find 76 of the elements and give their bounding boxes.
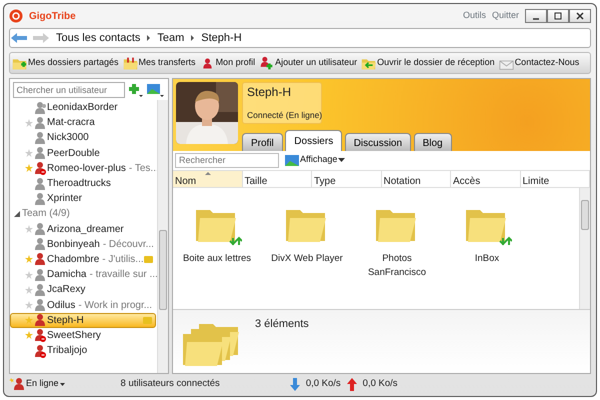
logo-icon: [9, 9, 23, 23]
toolbar-button[interactable]: Ouvrir le dossier de réception: [361, 56, 495, 70]
contact-item[interactable]: PeerDouble: [10, 146, 156, 161]
toolbar-button[interactable]: Mes transferts: [122, 56, 196, 70]
caret-icon: [60, 382, 65, 386]
view-button[interactable]: Affichage: [285, 153, 346, 167]
forward-icon[interactable]: [32, 32, 50, 44]
close-icon: [576, 12, 584, 20]
caret-icon: [14, 210, 20, 217]
image-icon[interactable]: [146, 82, 164, 96]
contact-item[interactable]: Nick3000: [10, 130, 156, 146]
scrollbar[interactable]: [579, 188, 590, 309]
back-icon[interactable]: [10, 32, 28, 44]
sort-icon: [205, 172, 211, 175]
users-count: 8 utilisateurs connectés: [120, 376, 220, 391]
menu-link[interactable]: Quitter: [492, 9, 519, 23]
download-icon: [290, 378, 300, 390]
toolbar-button[interactable]: Mon profil: [200, 56, 256, 70]
search-field[interactable]: Chercher un utilisateur: [12, 82, 124, 98]
contact-item[interactable]: JcaRexy: [10, 282, 156, 298]
search-field[interactable]: Rechercher: [175, 152, 279, 168]
profile-status: Connecté (En ligne): [247, 109, 322, 121]
tab[interactable]: Dossiers: [285, 130, 342, 151]
tab[interactable]: Blog: [414, 133, 452, 151]
user-icon: [259, 56, 274, 70]
add-icon[interactable]: [127, 82, 143, 96]
contact-item[interactable]: Bonbinyeah - Découvr...: [10, 236, 156, 252]
contact-item[interactable]: Mat-cracra: [10, 115, 156, 130]
column-header[interactable]: Taille: [242, 171, 312, 187]
contact-item[interactable]: Tribaljojo: [10, 343, 156, 358]
contact-item[interactable]: Chadombre - J'utilis...: [10, 252, 156, 268]
folder-name[interactable]: Photos SanFrancisco: [361, 252, 433, 280]
folder-name[interactable]: InBox: [474, 252, 500, 266]
upload-rate: 0,0 Ko/s: [362, 376, 398, 391]
item-count: 3 éléments: [255, 317, 309, 332]
menu-link[interactable]: Outils: [462, 9, 486, 23]
toolbar-button[interactable]: Contactez-Nous: [498, 56, 580, 70]
download-rate: 0,0 Ko/s: [306, 376, 341, 391]
upload-icon: [346, 378, 357, 390]
profile-name: Steph-H: [247, 85, 292, 100]
window-button[interactable]: [547, 9, 569, 23]
contact-item[interactable]: Odilus - Work in progr...: [10, 297, 156, 313]
user-icon: [9, 377, 25, 391]
group-header[interactable]: Team (4/9): [10, 206, 156, 222]
contact-item[interactable]: Arizona_dreamer: [10, 222, 156, 237]
contact-item[interactable]: Theroadtrucks: [10, 176, 156, 192]
column-header[interactable]: Type: [312, 171, 382, 187]
app-logo: GigoTribe: [29, 10, 76, 24]
contact-item[interactable]: Xprinter: [10, 191, 156, 206]
contact-item[interactable]: LeonidaxBorder: [10, 100, 156, 116]
folder-name[interactable]: DivX Web Player: [271, 252, 343, 266]
contact-item[interactable]: SweetShery: [10, 328, 156, 343]
tab[interactable]: Discussion: [344, 133, 412, 151]
chevron-icon: [146, 34, 152, 42]
contact-item[interactable]: Romeo-lover-plus - Tes...: [10, 160, 156, 176]
scrollbar[interactable]: [157, 100, 168, 373]
column-header[interactable]: Nom: [173, 171, 242, 187]
column-header[interactable]: Accès: [451, 171, 520, 187]
breadcrumb-link[interactable]: Steph-H: [199, 30, 244, 46]
toolbar-button[interactable]: Ajouter un utilisateur: [259, 56, 358, 70]
chevron-icon: [190, 34, 196, 42]
caret-icon: [338, 158, 346, 162]
tab[interactable]: Profil: [242, 133, 283, 151]
column-header[interactable]: Limite: [520, 171, 590, 187]
contact-item[interactable]: Damicha - travaille sur ...: [10, 267, 156, 282]
contact-item[interactable]: Steph-H: [10, 312, 156, 328]
breadcrumb-link[interactable]: Team: [155, 30, 186, 46]
window-button[interactable]: [569, 9, 591, 23]
breadcrumb-link[interactable]: Tous les contacts: [54, 30, 142, 46]
folder-icon: [122, 56, 138, 70]
image-icon: [285, 154, 299, 166]
toolbar-button[interactable]: Mes dossiers partagés: [12, 56, 119, 70]
maximize-icon: [554, 12, 562, 20]
folder-name[interactable]: Boite aux lettres: [182, 252, 252, 266]
column-header[interactable]: Notation: [382, 171, 451, 187]
presence-button[interactable]: En ligne: [9, 377, 65, 391]
